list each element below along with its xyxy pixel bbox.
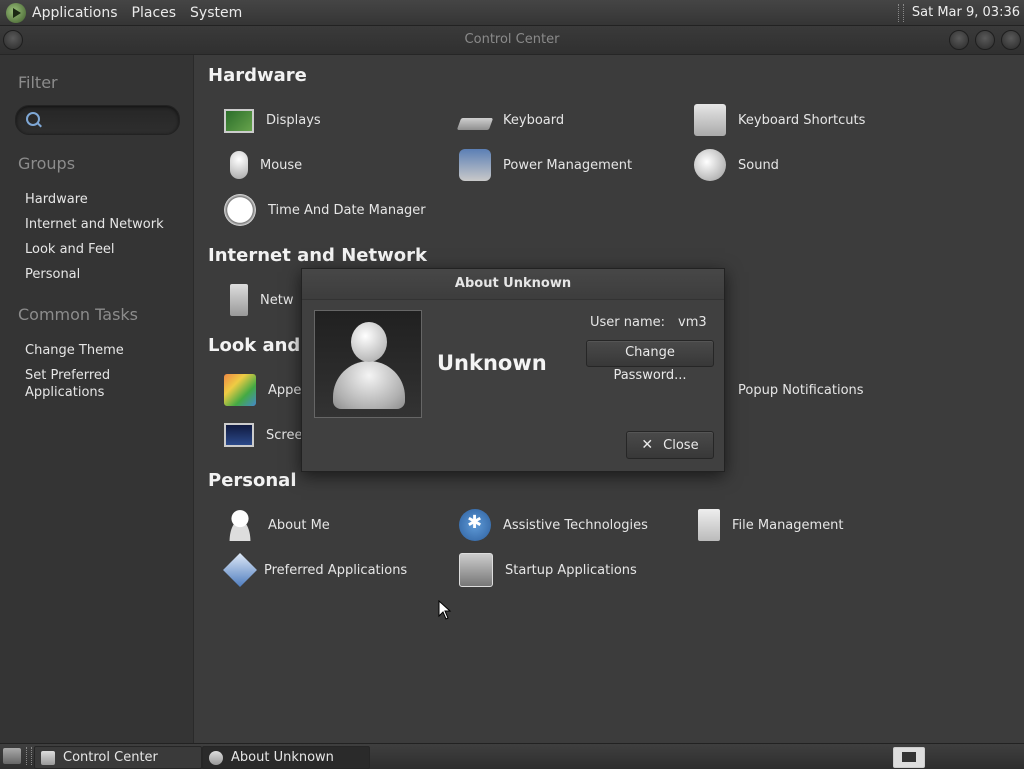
task-control-center[interactable]: Control Center (34, 746, 202, 769)
launcher-label: Appe (268, 382, 302, 398)
search-icon (26, 112, 40, 126)
sidebar-item-look-and-feel[interactable]: Look and Feel (25, 241, 115, 258)
close-button-label: Close (663, 437, 699, 453)
maximize-button[interactable] (975, 30, 995, 50)
panel-handle (897, 3, 904, 22)
keyboard-shortcuts-icon (694, 104, 726, 136)
launcher-label: Mouse (260, 157, 303, 173)
sidebar-item-personal[interactable]: Personal (25, 266, 80, 283)
launcher-label: Startup Applications (505, 562, 637, 578)
panel-handle (26, 747, 32, 765)
user-head-icon (351, 322, 387, 362)
launcher-popup-notifications[interactable]: Popup Notifications (738, 372, 864, 408)
username-value: vm3 (678, 315, 707, 330)
launcher-label: Keyboard (503, 112, 565, 128)
close-icon: ✕ (641, 437, 654, 453)
full-name: Unknown (437, 351, 547, 375)
launcher-startup-applications[interactable]: Startup Applications (459, 552, 637, 588)
preferred-applications-icon (223, 553, 257, 587)
launcher-displays[interactable]: Displays (224, 102, 321, 138)
control-center-icon (41, 750, 55, 765)
launcher-time-and-date[interactable]: Time And Date Manager (224, 192, 426, 228)
launcher-label: Preferred Applications (264, 562, 408, 578)
avatar[interactable] (314, 310, 422, 418)
clock[interactable]: Sat Mar 9, 03:36 (912, 5, 1020, 20)
about-dialog: About Unknown Unknown User name: vm3 Cha… (301, 268, 725, 472)
dialog-title[interactable]: About Unknown (302, 269, 724, 300)
distro-logo-icon[interactable] (6, 2, 26, 23)
sound-icon (694, 149, 726, 181)
sidebar-item-internet-and-network[interactable]: Internet and Network (25, 216, 164, 233)
task-set-preferred-applications[interactable]: Set Preferred Applications (25, 367, 135, 401)
launcher-keyboard-shortcuts[interactable]: Keyboard Shortcuts (694, 102, 865, 138)
sidebar-item-hardware[interactable]: Hardware (25, 191, 88, 208)
top-panel: Applications Places System Sat Mar 9, 03… (0, 0, 1024, 26)
close-window-button[interactable] (1001, 30, 1021, 50)
launcher-label: Sound (738, 157, 779, 173)
launcher-label: Assistive Technologies (503, 517, 648, 533)
launcher-label: Netw (260, 292, 294, 308)
power-icon (459, 149, 491, 181)
mouse-icon (230, 151, 248, 179)
username-label: User name: (590, 315, 666, 330)
menu-applications[interactable]: Applications (32, 5, 118, 21)
sidebar: Filter Groups Hardware Internet and Netw… (0, 55, 194, 743)
file-cabinet-icon (698, 509, 720, 541)
startup-applications-icon (459, 553, 493, 587)
group-title-personal: Personal (208, 470, 297, 491)
launcher-file-management[interactable]: File Management (694, 507, 844, 543)
bottom-panel: Control Center About Unknown (0, 743, 1024, 769)
menu-places[interactable]: Places (132, 5, 177, 21)
menu-system[interactable]: System (190, 5, 242, 21)
search-input[interactable] (15, 105, 180, 135)
launcher-label: Time And Date Manager (268, 202, 426, 218)
launcher-preferred-applications[interactable]: Preferred Applications (223, 552, 408, 588)
launcher-screensaver[interactable]: Scree (224, 417, 302, 453)
launcher-label: Popup Notifications (738, 382, 864, 398)
common-tasks-heading: Common Tasks (18, 305, 139, 324)
groups-heading: Groups (18, 154, 76, 173)
launcher-power-management[interactable]: Power Management (459, 147, 632, 183)
group-title-internet: Internet and Network (208, 245, 427, 266)
minimize-button[interactable] (949, 30, 969, 50)
about-me-icon (224, 509, 256, 541)
launcher-keyboard[interactable]: Keyboard (456, 102, 565, 138)
clock-icon (224, 194, 256, 226)
filter-heading: Filter (18, 73, 58, 92)
launcher-about-me[interactable]: About Me (224, 507, 330, 543)
appearance-icon (224, 374, 256, 406)
show-desktop-icon[interactable] (3, 748, 21, 764)
user-silhouette-icon (333, 361, 405, 409)
launcher-appearance[interactable]: Appe (224, 372, 301, 408)
clock-area: Sat Mar 9, 03:36 (897, 0, 1020, 25)
window-title: Control Center (464, 32, 560, 47)
task-label: Control Center (63, 750, 158, 765)
launcher-label: File Management (732, 517, 844, 533)
screensaver-icon (224, 423, 254, 447)
task-label: About Unknown (231, 750, 334, 765)
user-icon (209, 750, 223, 765)
display-icon (224, 109, 254, 133)
window-titlebar[interactable]: Control Center (0, 26, 1024, 55)
launcher-sound[interactable]: Sound (694, 147, 779, 183)
workspace-switcher-icon[interactable] (893, 747, 925, 768)
task-about-unknown[interactable]: About Unknown (202, 746, 370, 769)
launcher-label: About Me (268, 517, 330, 533)
keyboard-icon (456, 118, 494, 130)
group-title-hardware: Hardware (208, 65, 307, 86)
launcher-label: Scree (266, 427, 303, 443)
change-password-button[interactable]: Change Password... (586, 340, 714, 383)
task-change-theme[interactable]: Change Theme (25, 342, 124, 359)
launcher-label: Power Management (503, 157, 633, 173)
launcher-network[interactable]: Netw (224, 282, 293, 318)
launcher-assistive-technologies[interactable]: Assistive Technologies (459, 507, 648, 543)
accessibility-icon (459, 509, 491, 541)
network-icon (230, 284, 248, 316)
launcher-label: Keyboard Shortcuts (738, 112, 866, 128)
close-button[interactable]: ✕ Close (626, 431, 714, 459)
launcher-label: Displays (266, 112, 321, 128)
launcher-mouse[interactable]: Mouse (224, 147, 302, 183)
